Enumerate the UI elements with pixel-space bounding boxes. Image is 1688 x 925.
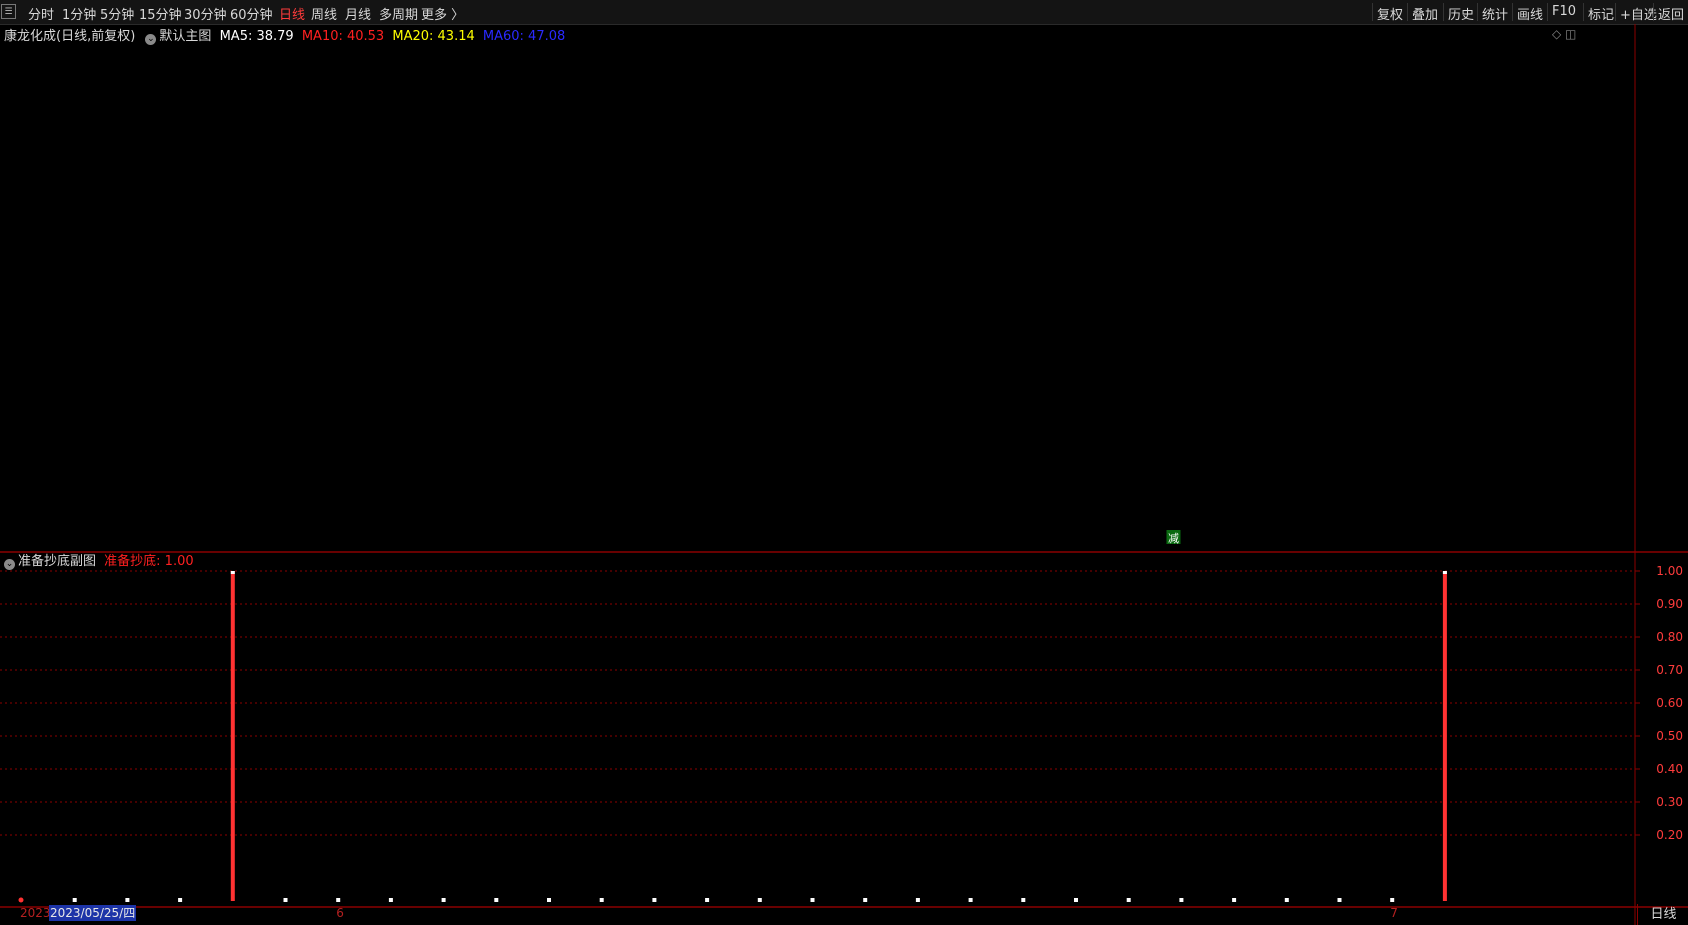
zero-dot [1126, 898, 1131, 902]
period-tab[interactable]: 日线 [279, 4, 305, 23]
zero-dot [810, 898, 815, 902]
zero-dot [125, 898, 130, 902]
zero-dot [599, 898, 604, 902]
zero-dot [1337, 898, 1342, 902]
tool-button[interactable]: 画线 [1517, 4, 1543, 23]
zero-dot [336, 898, 341, 902]
zero-dot [1179, 898, 1184, 902]
period-label[interactable]: 日线 [1637, 904, 1688, 925]
signal-bar-cap [1442, 571, 1447, 574]
tool-button[interactable]: 标记 [1588, 4, 1614, 23]
zero-dot [1390, 898, 1395, 902]
toolbar-divider [1512, 3, 1513, 21]
zero-dot [1074, 898, 1078, 902]
tool-button[interactable]: F10 [1552, 4, 1576, 19]
toolbar-divider [1407, 3, 1408, 21]
y-tick-label: 0.40 [1656, 762, 1683, 776]
zero-dot [178, 898, 183, 902]
period-tab[interactable]: 更多 〉 [421, 4, 464, 23]
period-tab[interactable]: 1分钟 [62, 4, 96, 23]
period-tab[interactable]: 分时 [28, 4, 54, 23]
tool-button[interactable]: 返回 [1658, 4, 1684, 23]
signal-marker: 减 [1168, 532, 1179, 545]
period-tab[interactable]: 30分钟 [184, 4, 227, 23]
period-tab[interactable]: 5分钟 [100, 4, 134, 23]
period-tab[interactable]: 多周期 [379, 4, 418, 23]
x-tick-label: 6 [336, 906, 344, 920]
period-tab[interactable]: 月线 [345, 4, 371, 23]
date-year-label: 2023 [20, 906, 51, 920]
zero-dot [652, 898, 657, 902]
hover-date-label: 2023/05/25/四 [49, 905, 137, 921]
zero-dot [441, 898, 446, 902]
toolbar-divider [1653, 3, 1654, 21]
toolbar-divider [1477, 3, 1478, 21]
toolbar-divider [1547, 3, 1548, 21]
zero-dot [388, 898, 393, 902]
zero-dot [494, 898, 499, 902]
y-tick-label: 1.00 [1656, 564, 1683, 578]
tool-button[interactable]: 复权 [1377, 4, 1403, 23]
panel-toggle-icon[interactable]: ☰ [1, 4, 16, 19]
y-tick-label: 0.50 [1656, 729, 1683, 743]
tool-button[interactable]: 统计 [1482, 4, 1508, 23]
period-tab[interactable]: 60分钟 [230, 4, 273, 23]
toolbar-divider [1583, 3, 1584, 21]
tool-button[interactable]: 历史 [1448, 4, 1474, 23]
tool-button[interactable]: +自选 [1620, 4, 1657, 23]
y-tick-label: 0.70 [1656, 663, 1683, 677]
zero-dot [283, 898, 288, 902]
zero-dot [18, 897, 24, 903]
toolbar: ☰ 分时 1分钟 5分钟 15分钟 30分钟 60分钟 日线 周线 月线 多周期 更多 〉 复权 叠加… [0, 0, 1688, 25]
zero-dot [72, 898, 77, 902]
toolbar-divider [1372, 3, 1373, 21]
x-tick-label: 7 [1390, 906, 1398, 920]
signal-bar [1442, 571, 1447, 901]
y-tick-label: 0.30 [1656, 795, 1683, 809]
y-tick-label: 0.80 [1656, 630, 1683, 644]
zero-dot [1232, 898, 1237, 902]
tool-button[interactable]: 叠加 [1412, 4, 1438, 23]
zero-dot [863, 898, 868, 902]
y-tick-label: 0.60 [1656, 696, 1683, 710]
toolbar-divider [1615, 3, 1616, 21]
signal-bar-cap [230, 571, 235, 574]
period-tab[interactable]: 周线 [311, 4, 337, 23]
zero-dot [547, 898, 551, 902]
toolbar-divider [1443, 3, 1444, 21]
zero-dot [915, 898, 920, 902]
signal-bar [230, 571, 235, 901]
y-tick-label: 0.90 [1656, 597, 1683, 611]
period-tab[interactable]: 15分钟 [139, 4, 182, 23]
y-tick-label: 0.20 [1656, 828, 1683, 842]
zero-dot [1021, 898, 1026, 902]
zero-dot [1284, 898, 1289, 902]
kline-chart[interactable]: 38.0039.0040.0041.0042.0043.0044.0045.00… [0, 24, 1688, 925]
zero-dot [968, 898, 973, 902]
zero-dot [757, 898, 762, 902]
zero-dot [705, 898, 710, 902]
